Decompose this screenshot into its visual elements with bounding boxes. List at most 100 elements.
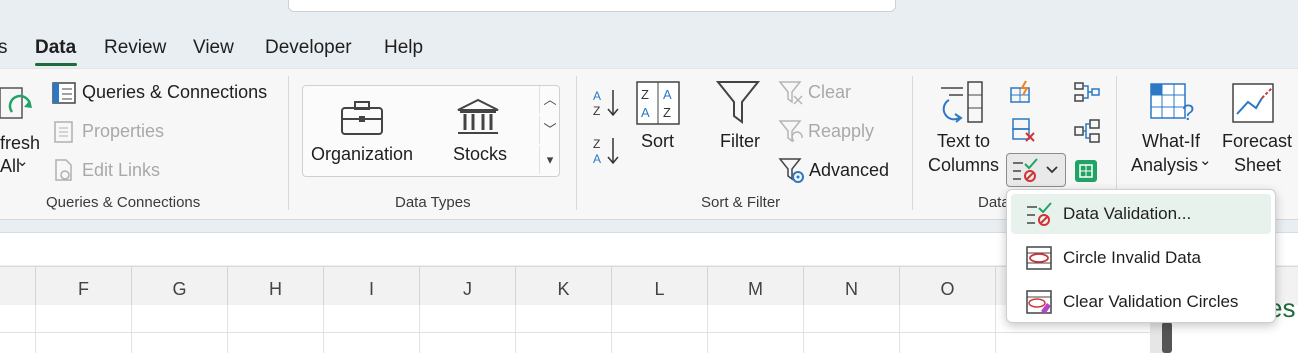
menu-item-label: Clear Validation Circles xyxy=(1063,292,1239,311)
gallery-expand-icon[interactable]: ▾ xyxy=(539,146,560,174)
forecast-sheet-label-1[interactable]: Forecast xyxy=(1222,131,1292,152)
clear-validation-circles-icon xyxy=(1026,290,1052,314)
group-separator xyxy=(912,76,913,210)
gallery-scroll-up-icon[interactable]: ︿ xyxy=(539,86,560,114)
grid-row-line xyxy=(0,332,1150,333)
reapply-icon xyxy=(778,120,803,143)
grid-column[interactable] xyxy=(612,305,708,353)
manage-data-model-icon[interactable] xyxy=(1074,156,1100,184)
stocks-button[interactable]: Stocks xyxy=(453,144,507,165)
data-types-group-label: Data Types xyxy=(395,194,471,211)
gallery-scroll-down-icon[interactable]: ﹀ xyxy=(539,116,560,144)
column-header-f[interactable]: F xyxy=(36,267,132,305)
menu-item-data-validation[interactable]: Data Validation... xyxy=(1011,194,1271,234)
queries-connections-button[interactable]: Queries & Connections xyxy=(82,82,267,103)
data-validation-split-button[interactable] xyxy=(1006,153,1066,187)
tab-data[interactable]: Data xyxy=(35,37,76,59)
column-header-o[interactable]: O xyxy=(900,267,996,305)
tab-view[interactable]: View xyxy=(193,37,234,59)
filter-icon xyxy=(716,81,760,124)
tab-help[interactable]: Help xyxy=(384,37,423,59)
text-to-columns-label-1[interactable]: Text to xyxy=(937,131,990,152)
group-separator xyxy=(576,76,577,210)
grid-column[interactable] xyxy=(324,305,420,353)
forecast-sheet-label-2[interactable]: Sheet xyxy=(1234,155,1281,176)
tab-review[interactable]: Review xyxy=(104,37,166,59)
edit-links-icon xyxy=(55,159,72,181)
menu-item-label: Circle Invalid Data xyxy=(1063,248,1201,267)
data-validation-icon[interactable] xyxy=(1011,157,1039,183)
grid-column[interactable] xyxy=(420,305,516,353)
queries-group-label: Queries & Connections xyxy=(46,194,201,211)
svg-text:A: A xyxy=(663,87,672,102)
sort-a-to-z-icon[interactable]: A Z xyxy=(592,88,622,118)
refresh-all-chevron-icon[interactable]: ⌄ xyxy=(16,152,29,170)
column-header-partial[interactable] xyxy=(0,267,36,305)
sort-button[interactable]: Sort xyxy=(641,131,674,152)
svg-text:?: ? xyxy=(1182,100,1194,125)
active-tab-indicator xyxy=(35,63,77,66)
svg-text:A: A xyxy=(641,105,650,120)
grid-column[interactable] xyxy=(132,305,228,353)
edit-links-button[interactable]: Edit Links xyxy=(82,160,160,181)
remove-duplicates-icon[interactable] xyxy=(1012,118,1038,144)
circle-invalid-data-icon xyxy=(1026,246,1052,270)
relationships-icon[interactable] xyxy=(1074,118,1100,144)
text-to-columns-label-2[interactable]: Columns xyxy=(928,155,999,176)
svg-text:A: A xyxy=(593,89,601,103)
grid-column[interactable] xyxy=(36,305,132,353)
what-if-analysis-icon: ? xyxy=(1150,83,1194,125)
data-validation-icon xyxy=(1027,202,1052,226)
organization-button[interactable]: Organization xyxy=(311,144,413,165)
sort-z-to-a-icon[interactable]: Z A xyxy=(592,136,622,166)
text-to-columns-icon xyxy=(941,81,983,123)
sort-icon: Z A A Z xyxy=(636,81,680,125)
menu-item-label: Data Validation... xyxy=(1063,204,1192,223)
clear-button[interactable]: Clear xyxy=(808,82,851,103)
column-header-i[interactable]: I xyxy=(324,267,420,305)
group-separator xyxy=(288,76,289,210)
vertical-scrollbar-thumb[interactable] xyxy=(1162,322,1172,353)
data-validation-menu: Data Validation... Circle Invalid Data C… xyxy=(1006,189,1276,323)
refresh-all-icon xyxy=(0,87,32,119)
grid-column[interactable] xyxy=(804,305,900,353)
what-if-analysis-label-1[interactable]: What-If xyxy=(1142,131,1200,152)
column-header-n[interactable]: N xyxy=(804,267,900,305)
advanced-filter-icon xyxy=(778,158,804,183)
what-if-chevron-icon[interactable]: ⌄ xyxy=(1199,151,1212,169)
flash-fill-icon[interactable] xyxy=(1010,80,1036,104)
search-box[interactable] xyxy=(288,0,896,12)
column-header-k[interactable]: K xyxy=(516,267,612,305)
column-header-l[interactable]: L xyxy=(612,267,708,305)
grid-column[interactable] xyxy=(708,305,804,353)
column-header-h[interactable]: H xyxy=(228,267,324,305)
chevron-down-icon[interactable] xyxy=(1045,164,1059,176)
data-tools-group-label: Data xyxy=(978,194,1010,211)
organization-icon xyxy=(341,101,383,135)
grid-column[interactable] xyxy=(0,305,36,353)
svg-text:Z: Z xyxy=(663,105,671,120)
column-header-m[interactable]: M xyxy=(708,267,804,305)
stocks-icon xyxy=(457,98,499,134)
grid-column[interactable] xyxy=(900,305,996,353)
menu-item-circle-invalid-data[interactable]: Circle Invalid Data xyxy=(1011,238,1271,278)
grid-column[interactable] xyxy=(516,305,612,353)
filter-button[interactable]: Filter xyxy=(720,131,760,152)
column-header-g[interactable]: G xyxy=(132,267,228,305)
menu-item-clear-validation-circles[interactable]: Clear Validation Circles xyxy=(1011,282,1271,322)
what-if-analysis-label-2[interactable]: Analysis xyxy=(1131,155,1198,176)
tab-formulas-partial[interactable]: s xyxy=(0,37,8,59)
advanced-button[interactable]: Advanced xyxy=(809,160,889,181)
svg-text:Z: Z xyxy=(593,104,600,118)
grid-column[interactable] xyxy=(228,305,324,353)
column-header-j[interactable]: J xyxy=(420,267,516,305)
reapply-button[interactable]: Reapply xyxy=(808,121,874,142)
clear-filter-icon xyxy=(778,81,803,105)
refresh-all-label-1[interactable]: fresh xyxy=(0,133,40,154)
consolidate-icon[interactable] xyxy=(1074,80,1100,106)
tab-developer[interactable]: Developer xyxy=(265,37,352,59)
queries-connections-icon xyxy=(52,82,76,104)
svg-text:Z: Z xyxy=(641,87,649,102)
sort-filter-group-label: Sort & Filter xyxy=(701,194,781,211)
properties-button[interactable]: Properties xyxy=(82,121,164,142)
